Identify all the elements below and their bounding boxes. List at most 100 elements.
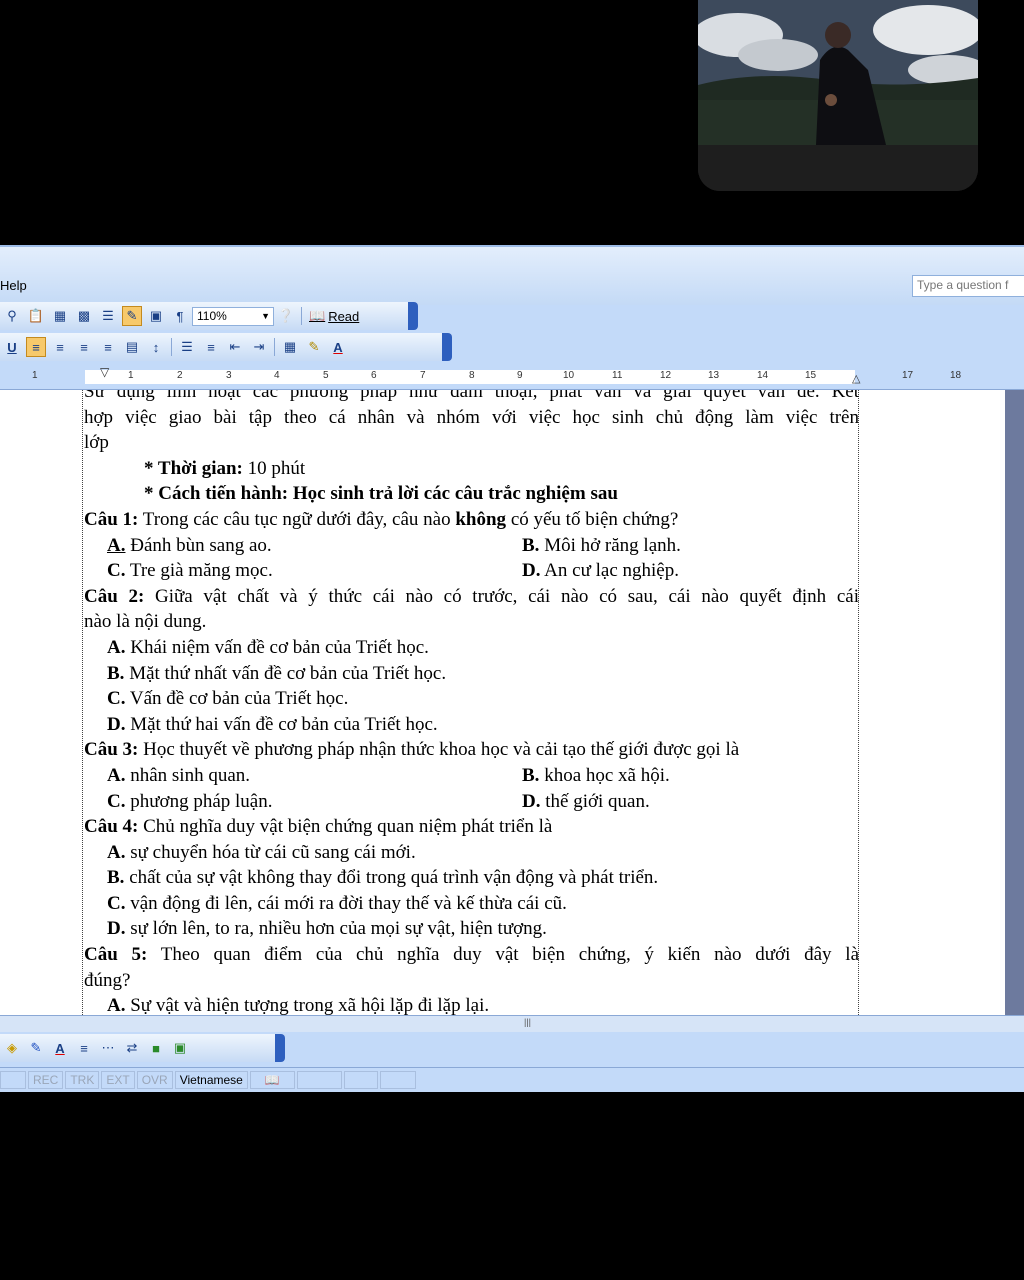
paragraph-line: Sử dụng linh hoạt các phương pháp như đà… bbox=[84, 390, 859, 402]
columns-icon[interactable]: ☰ bbox=[98, 306, 118, 326]
vertical-scrollbar[interactable] bbox=[1005, 390, 1024, 1015]
document-area[interactable]: Sử dụng linh hoạt các phương pháp như đà… bbox=[0, 390, 1005, 1015]
ruler-label: 10 bbox=[563, 370, 575, 381]
line-color-icon[interactable]: ✎ bbox=[26, 1038, 46, 1058]
option-letter: D. bbox=[107, 918, 126, 940]
ruler-label: 6 bbox=[371, 370, 377, 381]
option-text: Mặt thứ hai vấn đề cơ bản của Triết học. bbox=[125, 713, 438, 735]
increase-indent-icon[interactable]: ⇥ bbox=[249, 337, 269, 357]
read-button[interactable]: 📖 Read bbox=[309, 308, 359, 324]
webcam-overlay bbox=[698, 0, 978, 191]
toolbar-separator bbox=[301, 307, 302, 325]
question-number: Câu 5: bbox=[84, 944, 148, 966]
option: A. nhân sinh quan. bbox=[107, 763, 522, 789]
clipboard-icon[interactable]: 📋 bbox=[26, 306, 46, 326]
horizontal-scrollbar[interactable]: ||| bbox=[0, 1015, 1024, 1032]
option-letter: A. bbox=[107, 995, 126, 1015]
toolbar-options[interactable] bbox=[275, 1034, 285, 1062]
line-spacing-icon[interactable]: ↕ bbox=[146, 337, 166, 357]
first-line-indent-marker[interactable]: ▽ bbox=[100, 365, 109, 379]
document-map-icon[interactable]: ▣ bbox=[146, 306, 166, 326]
drawing-icon[interactable]: ✎ bbox=[122, 306, 142, 326]
arrow-style-icon[interactable]: ⇄ bbox=[122, 1038, 142, 1058]
option: B. khoa học xã hội. bbox=[522, 763, 670, 789]
ask-question-box[interactable]: Type a question f bbox=[912, 275, 1024, 297]
option-text: Khái niệm vấn đề cơ bản của Triết học. bbox=[125, 636, 429, 658]
table-icon[interactable]: ▦ bbox=[50, 306, 70, 326]
fill-color-icon[interactable]: ◈ bbox=[2, 1038, 22, 1058]
ruler-label: 11 bbox=[612, 370, 623, 381]
status-ext[interactable]: EXT bbox=[101, 1071, 135, 1089]
font-color-icon[interactable]: A bbox=[328, 337, 348, 357]
help-icon[interactable]: ❔ bbox=[276, 306, 296, 326]
font-color-icon[interactable]: A bbox=[50, 1038, 70, 1058]
option-letter: C. bbox=[107, 688, 126, 710]
option-row: C. phương pháp luận. D. thế giới quan. bbox=[84, 789, 859, 815]
border-icon[interactable]: ▦ bbox=[280, 337, 300, 357]
chevron-down-icon: ▼ bbox=[261, 311, 270, 321]
option-text: chất của sự vật không thay đổi trong quá… bbox=[124, 867, 659, 889]
question-text: Theo quan điểm của chủ nghĩa duy vật biệ… bbox=[147, 944, 860, 966]
option: A. Sự vật và hiện tượng trong xã hội lặp… bbox=[84, 993, 859, 1015]
option: C. vận động đi lên, cái mới ra đời thay … bbox=[84, 891, 859, 917]
option-letter: A. bbox=[107, 841, 126, 863]
right-indent-marker[interactable]: △ bbox=[852, 372, 860, 385]
option-letter: B. bbox=[522, 764, 540, 786]
method-line: * Cách tiến hành: Học sinh trả lời các c… bbox=[144, 483, 618, 505]
ruler-label: 17 bbox=[902, 370, 914, 381]
toolbar-options[interactable] bbox=[442, 333, 452, 361]
option-row: A. nhân sinh quan. B. khoa học xã hội. bbox=[84, 763, 859, 789]
option-text: An cư lạc nghiệp. bbox=[540, 560, 679, 582]
option-row: C. Tre già măng mọc. D. An cư lạc nghiệp… bbox=[84, 558, 859, 584]
status-ovr[interactable]: OVR bbox=[136, 1071, 173, 1089]
status-rec[interactable]: REC bbox=[28, 1071, 64, 1089]
underline-icon[interactable]: U bbox=[2, 337, 22, 357]
question-number: Câu 4: bbox=[84, 816, 139, 838]
scroll-grip-icon[interactable]: ||| bbox=[524, 1017, 531, 1027]
option: B. Mặt thứ nhất vấn đề cơ bản của Triết … bbox=[84, 661, 859, 687]
horizontal-ruler[interactable]: 1 1 2 3 4 5 6 7 8 9 10 11 12 13 14 15 17… bbox=[0, 365, 1024, 390]
dash-style-icon[interactable]: ⋯ bbox=[98, 1038, 118, 1058]
bullets-icon[interactable]: ≡ bbox=[201, 337, 221, 357]
ruler-label: 2 bbox=[177, 370, 183, 381]
ruler-label: 8 bbox=[469, 370, 475, 381]
status-blank bbox=[379, 1071, 416, 1089]
highlight-icon[interactable]: ✎ bbox=[304, 337, 324, 357]
option-text: sự chuyển hóa từ cái cũ sang cái mới. bbox=[125, 841, 416, 863]
distributed-icon[interactable]: ▤ bbox=[122, 337, 142, 357]
standard-toolbar: ⚲ 📋 ▦ ▩ ☰ ✎ ▣ ¶ 110% ▼ ❔ 📖 Read bbox=[0, 302, 418, 330]
option-letter: B. bbox=[107, 867, 125, 889]
question-3: Câu 3: Học thuyết về phương pháp nhận th… bbox=[84, 737, 859, 763]
document-body[interactable]: Sử dụng linh hoạt các phương pháp như đà… bbox=[84, 390, 859, 1015]
excel-icon[interactable]: ▩ bbox=[74, 306, 94, 326]
status-trk[interactable]: TRK bbox=[65, 1071, 100, 1089]
time-label: * Thời gian: bbox=[144, 457, 243, 479]
option: A. Đánh bùn sang ao. bbox=[107, 533, 522, 559]
decrease-indent-icon[interactable]: ⇤ bbox=[225, 337, 245, 357]
question-2: Câu 2: Giữa vật chất và ý thức cái nào c… bbox=[84, 584, 859, 610]
status-language[interactable]: Vietnamese bbox=[174, 1071, 248, 1089]
status-blank bbox=[0, 1071, 26, 1089]
research-icon[interactable]: ⚲ bbox=[2, 306, 22, 326]
pilcrow-icon[interactable]: ¶ bbox=[170, 306, 190, 326]
question-text: Học thuyết về phương pháp nhận thức khoa… bbox=[138, 739, 740, 761]
numbering-icon[interactable]: ☰ bbox=[177, 337, 197, 357]
toolbar-options[interactable] bbox=[408, 302, 418, 330]
option: A. sự chuyển hóa từ cái cũ sang cái mới. bbox=[84, 840, 859, 866]
3d-icon[interactable]: ▣ bbox=[170, 1038, 190, 1058]
option-text: Vấn đề cơ bản của Triết học. bbox=[125, 688, 349, 710]
status-bar: REC TRK EXT OVR Vietnamese 📖 bbox=[0, 1067, 1024, 1092]
align-right-icon[interactable]: ≡ bbox=[74, 337, 94, 357]
option: C. phương pháp luận. bbox=[107, 789, 522, 815]
justify-icon[interactable]: ≡ bbox=[98, 337, 118, 357]
zoom-value: 110% bbox=[197, 309, 227, 323]
spelling-book-icon[interactable]: 📖 bbox=[249, 1071, 295, 1089]
shadow-icon[interactable]: ■ bbox=[146, 1038, 166, 1058]
zoom-select[interactable]: 110% ▼ bbox=[192, 306, 274, 326]
question-number: Câu 2: bbox=[84, 585, 145, 607]
menu-help[interactable]: Help bbox=[0, 278, 27, 293]
ruler-label: 13 bbox=[708, 370, 720, 381]
line-style-icon[interactable]: ≡ bbox=[74, 1038, 94, 1058]
align-left-icon[interactable]: ≡ bbox=[26, 337, 46, 357]
align-center-icon[interactable]: ≡ bbox=[50, 337, 70, 357]
